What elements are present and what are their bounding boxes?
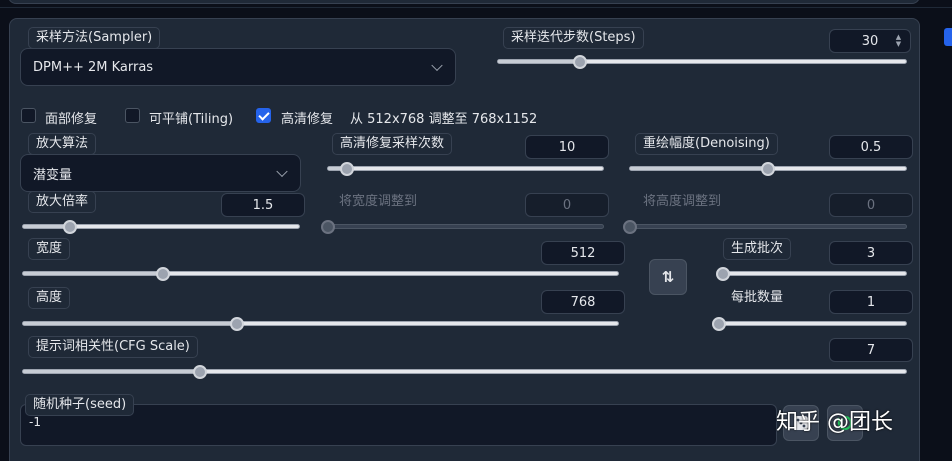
hires-steps-value: 10	[558, 139, 576, 155]
resize-height-slider	[623, 219, 907, 234]
batch-size-value: 1	[866, 294, 876, 310]
slider-thumb	[321, 219, 335, 234]
swap-dimensions-button[interactable]: ⇅	[649, 259, 687, 295]
slider-thumb[interactable]	[340, 161, 355, 176]
restore-faces-checkbox[interactable]	[21, 108, 36, 123]
slider-thumb[interactable]	[192, 364, 207, 379]
resize-width-label: 将宽度调整到	[339, 194, 418, 209]
hires-fix-info: 从 512x768 调整至 768x1152	[350, 112, 538, 127]
upscaler-dropdown[interactable]: 潜变量	[20, 154, 301, 192]
height-slider[interactable]	[22, 316, 619, 331]
chevron-down-icon	[431, 59, 443, 72]
cfg-scale-value: 7	[866, 342, 876, 358]
denoising-value: 0.5	[860, 139, 882, 155]
width-input[interactable]: 512	[541, 241, 625, 265]
batch-size-slider[interactable]	[712, 316, 907, 331]
top-strip	[0, 0, 952, 8]
hires-fix-checkbox[interactable]	[256, 108, 271, 123]
resize-height-label: 将高度调整到	[643, 194, 722, 209]
sampler-label: 采样方法(Sampler)	[29, 28, 160, 48]
slider-thumb[interactable]	[712, 316, 726, 331]
batch-count-slider[interactable]	[715, 266, 907, 281]
slider-thumb	[623, 219, 637, 234]
resize-height-value: 0	[866, 197, 876, 213]
denoising-slider[interactable]	[629, 161, 907, 176]
slider-thumb[interactable]	[62, 219, 77, 234]
hires-steps-input[interactable]: 10	[525, 135, 609, 159]
slider-thumb[interactable]	[155, 266, 170, 281]
slider-thumb[interactable]	[230, 316, 245, 331]
upscale-by-input[interactable]: 1.5	[221, 193, 305, 217]
hires-steps-slider[interactable]	[327, 161, 604, 176]
stepper-arrows-icon[interactable]: ▲ ▼	[895, 34, 902, 48]
denoising-label: 重绘幅度(Denoising)	[636, 134, 777, 154]
slider-thumb[interactable]	[572, 54, 587, 69]
batch-count-label: 生成批次	[724, 239, 791, 259]
hires-fix-label: 高清修复	[281, 112, 334, 127]
steps-value: 30	[861, 33, 879, 49]
steps-slider[interactable]	[497, 54, 907, 69]
seed-label: 随机种子(seed)	[26, 395, 134, 415]
batch-size-label: 每批数量	[731, 290, 784, 305]
hires-steps-label: 高清修复采样次数	[333, 134, 452, 154]
chevron-down-icon	[276, 165, 288, 178]
height-input[interactable]: 768	[541, 290, 625, 314]
batch-count-input[interactable]: 3	[829, 241, 913, 265]
zhihu-watermark: 知乎 @团长	[776, 410, 893, 435]
tiling-label: 可平铺(Tiling)	[149, 112, 234, 127]
seed-field[interactable]: -1	[20, 404, 777, 446]
width-value: 512	[570, 245, 596, 261]
upscale-by-label: 放大倍率	[29, 192, 96, 212]
width-label: 宽度	[29, 239, 70, 259]
denoising-input[interactable]: 0.5	[829, 135, 913, 159]
upscaler-value: 潜变量	[33, 167, 73, 183]
batch-count-value: 3	[866, 245, 876, 261]
restore-faces-label: 面部修复	[45, 112, 98, 127]
upscaler-label: 放大算法	[29, 134, 96, 154]
cfg-scale-input[interactable]: 7	[829, 338, 913, 362]
sampler-dropdown[interactable]: DPM++ 2M Karras	[20, 48, 456, 86]
upscale-by-value: 1.5	[252, 197, 274, 213]
upscale-by-slider[interactable]	[22, 219, 300, 234]
resize-width-value: 0	[562, 197, 572, 213]
height-value: 768	[570, 294, 596, 310]
batch-size-input[interactable]: 1	[829, 290, 913, 314]
slider-thumb[interactable]	[761, 161, 775, 176]
cfg-scale-label: 提示词相关性(CFG Scale)	[29, 337, 197, 357]
resize-height-input: 0	[829, 193, 913, 217]
cfg-scale-slider[interactable]	[22, 364, 907, 379]
right-panel-accent	[944, 28, 952, 46]
steps-input[interactable]: 30 ▲ ▼	[829, 29, 911, 53]
sampler-value: DPM++ 2M Karras	[33, 59, 154, 75]
width-slider[interactable]	[22, 266, 619, 281]
resize-width-slider	[321, 219, 604, 234]
swap-arrows-icon: ⇅	[661, 268, 675, 286]
slider-thumb[interactable]	[715, 266, 730, 281]
steps-label: 采样迭代步数(Steps)	[504, 28, 643, 48]
height-label: 高度	[29, 288, 70, 308]
resize-width-input: 0	[525, 193, 609, 217]
tiling-checkbox[interactable]	[125, 108, 140, 123]
seed-input[interactable]: -1	[29, 415, 41, 429]
